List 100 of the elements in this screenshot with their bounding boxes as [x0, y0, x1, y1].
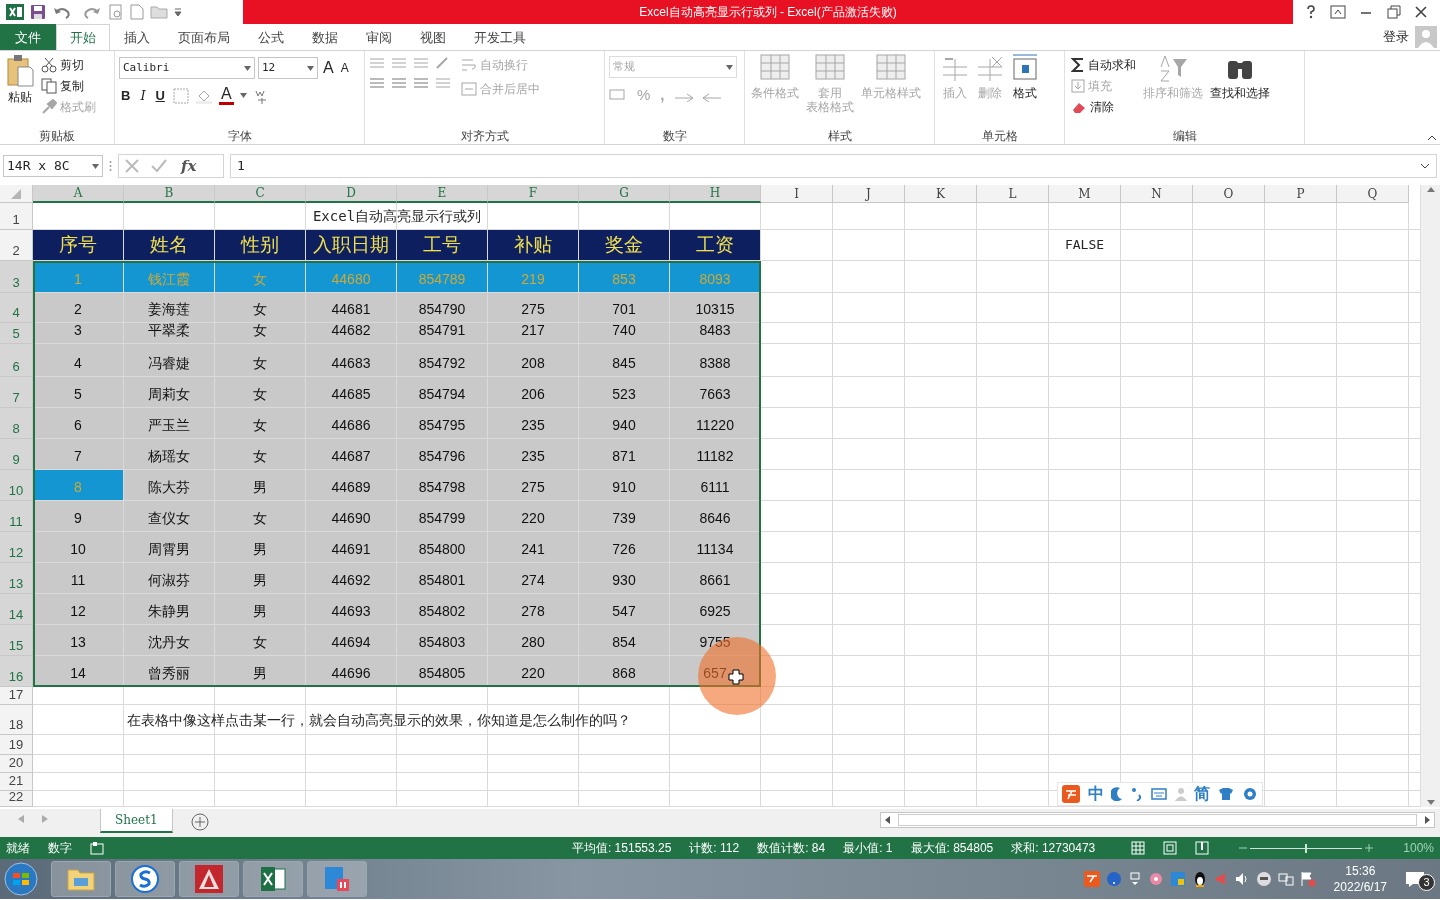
column-header[interactable]: I — [761, 185, 833, 203]
help-icon[interactable] — [1306, 5, 1317, 19]
row-header[interactable]: 12 — [0, 532, 33, 563]
column-header[interactable]: L — [977, 185, 1049, 203]
row-header[interactable]: 1 — [0, 203, 33, 230]
column-header[interactable]: N — [1121, 185, 1193, 203]
align-left-icon[interactable] — [369, 76, 385, 90]
close-icon[interactable] — [1414, 6, 1427, 18]
window-tray-icon[interactable] — [1127, 871, 1142, 887]
panel-tray-icon[interactable] — [1169, 871, 1186, 887]
excel-taskbar-button[interactable] — [243, 861, 303, 897]
vertical-scrollbar[interactable] — [1420, 185, 1440, 807]
column-header[interactable]: B — [124, 185, 215, 203]
row-header[interactable]: 9 — [0, 439, 33, 470]
ribbon-tab[interactable]: 页面布局 — [164, 24, 244, 50]
volume-icon[interactable] — [1233, 871, 1250, 887]
row-header[interactable]: 5 — [0, 323, 33, 344]
column-header[interactable]: H — [670, 185, 761, 203]
column-header[interactable]: A — [33, 185, 124, 203]
grow-font-button[interactable]: A — [321, 56, 336, 80]
clock[interactable]: 15:36 2022/6/17 — [1333, 862, 1387, 896]
shrink-font-button[interactable]: A — [338, 59, 351, 77]
row-header[interactable]: 20 — [0, 755, 33, 773]
row-header[interactable]: 22 — [0, 791, 33, 807]
ribbon-tab[interactable]: 插入 — [110, 24, 164, 50]
column-header[interactable]: Q — [1337, 185, 1409, 203]
file-tab[interactable]: 文件 — [0, 24, 56, 50]
collapse-ribbon-icon[interactable] — [1427, 134, 1437, 141]
next-sheet-icon[interactable] — [42, 815, 48, 823]
autocad-button[interactable] — [179, 861, 239, 897]
punctuation-icon[interactable] — [1131, 787, 1144, 801]
slider-thumb[interactable] — [1305, 843, 1308, 853]
column-header[interactable]: P — [1265, 185, 1337, 203]
add-sheet-icon[interactable] — [190, 812, 209, 831]
clear-button[interactable]: 清除 — [1069, 98, 1138, 116]
font-size-field[interactable]: 12 — [258, 57, 318, 79]
row-header[interactable]: 11 — [0, 501, 33, 532]
page-layout-icon[interactable] — [1163, 841, 1178, 855]
row-header[interactable]: 19 — [0, 735, 33, 755]
row-header[interactable]: 6 — [0, 344, 33, 377]
ribbon-display-icon[interactable] — [1330, 5, 1347, 19]
row-header[interactable]: 21 — [0, 773, 33, 791]
find-select-button[interactable]: 查找和选择 — [1208, 53, 1272, 128]
ime-mode-button[interactable]: 中 — [1087, 782, 1104, 806]
save-icon[interactable] — [30, 4, 46, 20]
format-button[interactable]: 格式 — [1009, 53, 1041, 128]
font-name-field[interactable]: Calibri — [119, 57, 255, 79]
ribbon-tab[interactable]: 开始 — [56, 24, 110, 50]
insert-function-button[interactable]: fx — [179, 154, 199, 178]
row-header[interactable]: 16 — [0, 656, 33, 687]
row-header[interactable]: 2 — [0, 230, 33, 261]
login-link[interactable]: 登录 — [1383, 27, 1409, 47]
autosum-button[interactable]: 自动求和 — [1069, 56, 1138, 74]
normal-view-icon[interactable] — [1131, 841, 1146, 855]
bold-button[interactable]: B — [119, 86, 133, 106]
column-header[interactable]: K — [905, 185, 977, 203]
row-header[interactable]: 18 — [0, 705, 33, 735]
column-header[interactable]: M — [1049, 185, 1121, 203]
flag-error-icon[interactable] — [1299, 871, 1316, 887]
excel-logo-icon[interactable] — [6, 3, 24, 21]
align-right-icon[interactable] — [413, 76, 429, 90]
open-folder-icon[interactable] — [150, 5, 168, 19]
sogou-browser-button[interactable] — [115, 861, 175, 897]
row-header[interactable]: 13 — [0, 563, 33, 594]
ribbon-tab[interactable]: 数据 — [298, 24, 352, 50]
ime-script-button[interactable]: 简 — [1194, 782, 1211, 806]
column-header[interactable]: D — [306, 185, 397, 203]
row-header[interactable]: 10 — [0, 470, 33, 501]
shirt-icon[interactable] — [1218, 787, 1235, 801]
align-center-icon[interactable] — [391, 76, 407, 90]
network-icon[interactable] — [1277, 871, 1294, 887]
row-header[interactable]: 3 — [0, 261, 33, 293]
row-header[interactable]: 14 — [0, 594, 33, 625]
scroll-down-icon[interactable] — [1425, 799, 1436, 807]
file-explorer-button[interactable] — [51, 861, 111, 897]
row-header[interactable]: 8 — [0, 408, 33, 439]
row-header[interactable]: 15 — [0, 625, 33, 656]
keyboard-icon[interactable] — [1150, 788, 1167, 800]
zoom-level[interactable]: 100% — [1403, 839, 1434, 857]
enter-icon[interactable] — [151, 159, 167, 173]
start-orb-icon[interactable] — [3, 861, 39, 897]
prev-sheet-icon[interactable] — [18, 815, 24, 823]
new-document-icon[interactable] — [130, 4, 144, 20]
ime-logo-icon[interactable] — [1061, 785, 1080, 803]
zoom-out-icon[interactable] — [1239, 844, 1248, 852]
row-header[interactable]: 4 — [0, 293, 33, 323]
column-header[interactable]: C — [215, 185, 306, 203]
ribbon-tab[interactable]: 审阅 — [352, 24, 406, 50]
row-header[interactable]: 7 — [0, 377, 33, 408]
page-break-icon[interactable] — [1195, 841, 1210, 855]
macro-record-icon[interactable] — [90, 841, 104, 855]
print-preview-icon[interactable] — [108, 4, 124, 20]
restore-icon[interactable] — [1386, 5, 1401, 19]
expand-caret-icon[interactable] — [1420, 163, 1430, 169]
italic-button[interactable]: I — [138, 86, 148, 106]
column-header[interactable]: J — [833, 185, 905, 203]
horizontal-scrollbar[interactable] — [880, 812, 1435, 828]
sheet-tab[interactable]: Sheet1 — [100, 809, 173, 833]
scroll-up-icon[interactable] — [1425, 185, 1436, 193]
formula-input[interactable]: 1 — [230, 154, 1437, 178]
